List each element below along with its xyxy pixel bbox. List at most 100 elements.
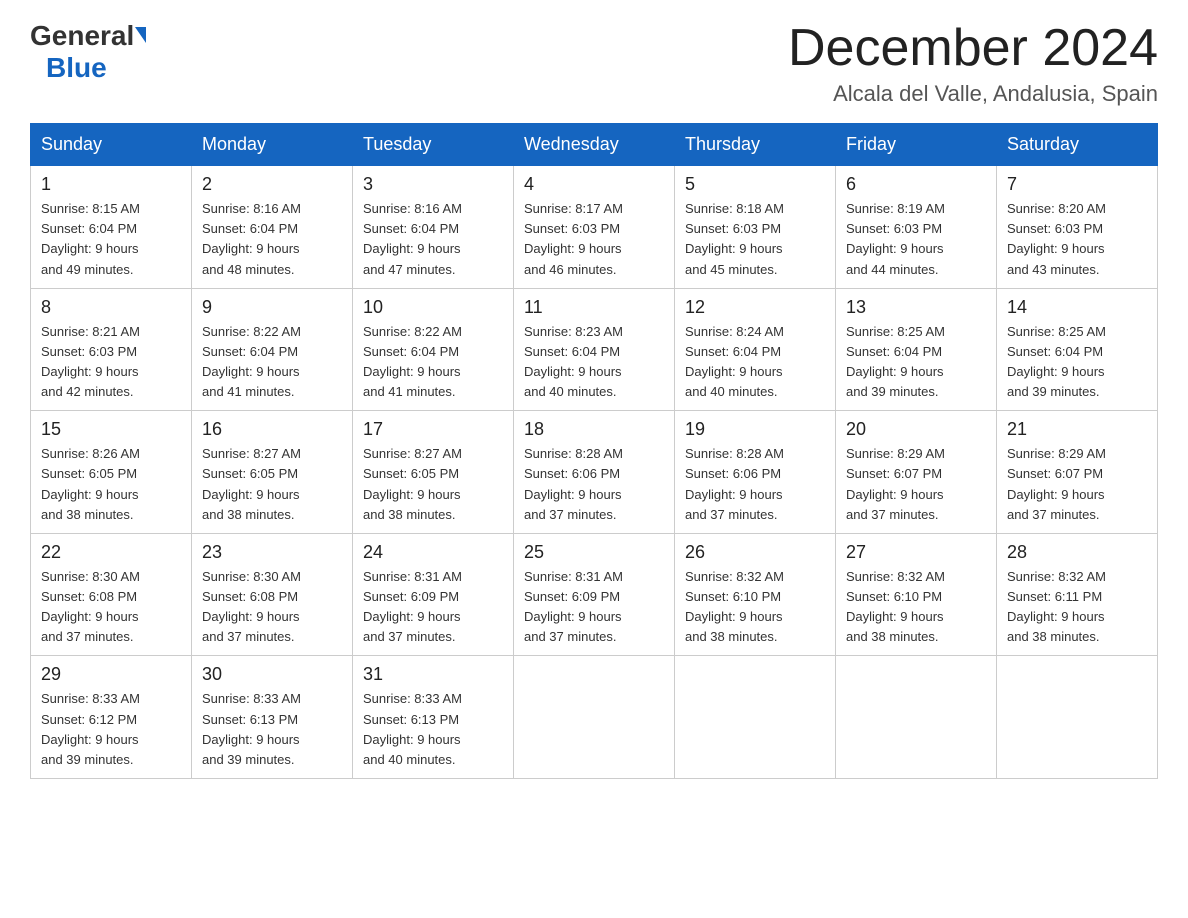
day-number: 4	[524, 174, 664, 195]
calendar-cell: 25Sunrise: 8:31 AMSunset: 6:09 PMDayligh…	[514, 533, 675, 656]
day-number: 31	[363, 664, 503, 685]
logo-triangle-icon	[135, 27, 146, 43]
calendar-cell: 17Sunrise: 8:27 AMSunset: 6:05 PMDayligh…	[353, 411, 514, 534]
calendar-cell	[675, 656, 836, 779]
calendar-cell: 31 Sunrise: 8:33 AMSunset: 6:13 PMDayligh…	[353, 656, 514, 779]
day-info: Sunrise: 8:28 AMSunset: 6:06 PMDaylight:…	[685, 444, 825, 525]
calendar-week-row: 15Sunrise: 8:26 AMSunset: 6:05 PMDayligh…	[31, 411, 1158, 534]
calendar-cell: 5Sunrise: 8:18 AMSunset: 6:03 PMDaylight…	[675, 166, 836, 289]
day-number: 6	[846, 174, 986, 195]
calendar-cell: 18 Sunrise: 8:28 AMSunset: 6:06 PMDayligh…	[514, 411, 675, 534]
day-info: Sunrise: 8:25 AMSunset: 6:04 PMDaylight:…	[846, 322, 986, 403]
day-info: Sunrise: 8:29 AMSunset: 6:07 PMDaylight:…	[1007, 444, 1147, 525]
calendar-cell: 23 Sunrise: 8:30 AMSunset: 6:08 PMDayligh…	[192, 533, 353, 656]
calendar-cell: 3 Sunrise: 8:16 AMSunset: 6:04 PMDaylight…	[353, 166, 514, 289]
location-subtitle: Alcala del Valle, Andalusia, Spain	[788, 81, 1158, 107]
calendar-cell: 9Sunrise: 8:22 AMSunset: 6:04 PMDaylight…	[192, 288, 353, 411]
day-info: Sunrise: 8:33 AMSunset: 6:13 PMDaylight:…	[202, 689, 342, 770]
calendar-cell: 21Sunrise: 8:29 AMSunset: 6:07 PMDayligh…	[997, 411, 1158, 534]
calendar-cell	[514, 656, 675, 779]
day-number: 8	[41, 297, 181, 318]
calendar-week-row: 8 Sunrise: 8:21 AMSunset: 6:03 PMDaylight…	[31, 288, 1158, 411]
calendar-cell	[997, 656, 1158, 779]
calendar-cell: 26 Sunrise: 8:32 AMSunset: 6:10 PMDayligh…	[675, 533, 836, 656]
calendar-cell: 10Sunrise: 8:22 AMSunset: 6:04 PMDayligh…	[353, 288, 514, 411]
calendar-cell: 30 Sunrise: 8:33 AMSunset: 6:13 PMDayligh…	[192, 656, 353, 779]
day-info: Sunrise: 8:17 AMSunset: 6:03 PMDaylight:…	[524, 199, 664, 280]
day-number: 1	[41, 174, 181, 195]
day-info: Sunrise: 8:28 AMSunset: 6:06 PMDaylight:…	[524, 444, 664, 525]
day-of-week-header: Friday	[836, 124, 997, 166]
day-number: 10	[363, 297, 503, 318]
day-number: 9	[202, 297, 342, 318]
day-info: Sunrise: 8:21 AMSunset: 6:03 PMDaylight:…	[41, 322, 181, 403]
calendar-cell: 11 Sunrise: 8:23 AMSunset: 6:04 PMDayligh…	[514, 288, 675, 411]
calendar-week-row: 22 Sunrise: 8:30 AMSunset: 6:08 PMDayligh…	[31, 533, 1158, 656]
day-number: 18	[524, 419, 664, 440]
calendar-cell	[836, 656, 997, 779]
calendar-week-row: 1Sunrise: 8:15 AMSunset: 6:04 PMDaylight…	[31, 166, 1158, 289]
day-number: 22	[41, 542, 181, 563]
day-info: Sunrise: 8:31 AMSunset: 6:09 PMDaylight:…	[363, 567, 503, 648]
day-info: Sunrise: 8:19 AMSunset: 6:03 PMDaylight:…	[846, 199, 986, 280]
day-info: Sunrise: 8:30 AMSunset: 6:08 PMDaylight:…	[202, 567, 342, 648]
day-info: Sunrise: 8:27 AMSunset: 6:05 PMDaylight:…	[202, 444, 342, 525]
day-number: 3	[363, 174, 503, 195]
calendar-cell: 2Sunrise: 8:16 AMSunset: 6:04 PMDaylight…	[192, 166, 353, 289]
calendar-cell: 24 Sunrise: 8:31 AMSunset: 6:09 PMDayligh…	[353, 533, 514, 656]
day-info: Sunrise: 8:23 AMSunset: 6:04 PMDaylight:…	[524, 322, 664, 403]
calendar-cell: 1Sunrise: 8:15 AMSunset: 6:04 PMDaylight…	[31, 166, 192, 289]
day-info: Sunrise: 8:16 AMSunset: 6:04 PMDaylight:…	[363, 199, 503, 280]
day-of-week-header: Saturday	[997, 124, 1158, 166]
calendar-table: SundayMondayTuesdayWednesdayThursdayFrid…	[30, 123, 1158, 779]
calendar-cell: 7Sunrise: 8:20 AMSunset: 6:03 PMDaylight…	[997, 166, 1158, 289]
calendar-cell: 15Sunrise: 8:26 AMSunset: 6:05 PMDayligh…	[31, 411, 192, 534]
day-number: 28	[1007, 542, 1147, 563]
day-number: 26	[685, 542, 825, 563]
day-info: Sunrise: 8:32 AMSunset: 6:10 PMDaylight:…	[685, 567, 825, 648]
day-number: 13	[846, 297, 986, 318]
day-number: 16	[202, 419, 342, 440]
calendar-cell: 16 Sunrise: 8:27 AMSunset: 6:05 PMDayligh…	[192, 411, 353, 534]
day-of-week-header: Sunday	[31, 124, 192, 166]
calendar-cell: 29 Sunrise: 8:33 AMSunset: 6:12 PMDayligh…	[31, 656, 192, 779]
day-info: Sunrise: 8:16 AMSunset: 6:04 PMDaylight:…	[202, 199, 342, 280]
logo-blue-text: Blue	[46, 52, 107, 84]
day-info: Sunrise: 8:33 AMSunset: 6:13 PMDaylight:…	[363, 689, 503, 770]
day-of-week-header: Tuesday	[353, 124, 514, 166]
calendar-cell: 14 Sunrise: 8:25 AMSunset: 6:04 PMDayligh…	[997, 288, 1158, 411]
logo: General Blue	[30, 20, 146, 84]
calendar-cell: 28 Sunrise: 8:32 AMSunset: 6:11 PMDayligh…	[997, 533, 1158, 656]
day-info: Sunrise: 8:26 AMSunset: 6:05 PMDaylight:…	[41, 444, 181, 525]
day-info: Sunrise: 8:30 AMSunset: 6:08 PMDaylight:…	[41, 567, 181, 648]
day-number: 30	[202, 664, 342, 685]
day-number: 5	[685, 174, 825, 195]
calendar-cell: 27 Sunrise: 8:32 AMSunset: 6:10 PMDayligh…	[836, 533, 997, 656]
day-of-week-header: Wednesday	[514, 124, 675, 166]
page-header: General Blue December 2024 Alcala del Va…	[30, 20, 1158, 107]
day-of-week-header: Thursday	[675, 124, 836, 166]
title-section: December 2024 Alcala del Valle, Andalusi…	[788, 20, 1158, 107]
day-number: 24	[363, 542, 503, 563]
day-number: 20	[846, 419, 986, 440]
calendar-cell: 8 Sunrise: 8:21 AMSunset: 6:03 PMDaylight…	[31, 288, 192, 411]
calendar-cell: 13 Sunrise: 8:25 AMSunset: 6:04 PMDayligh…	[836, 288, 997, 411]
month-year-title: December 2024	[788, 20, 1158, 77]
day-number: 29	[41, 664, 181, 685]
day-info: Sunrise: 8:32 AMSunset: 6:10 PMDaylight:…	[846, 567, 986, 648]
calendar-cell: 20Sunrise: 8:29 AMSunset: 6:07 PMDayligh…	[836, 411, 997, 534]
day-number: 17	[363, 419, 503, 440]
day-number: 11	[524, 297, 664, 318]
day-info: Sunrise: 8:32 AMSunset: 6:11 PMDaylight:…	[1007, 567, 1147, 648]
day-number: 14	[1007, 297, 1147, 318]
day-number: 27	[846, 542, 986, 563]
day-number: 23	[202, 542, 342, 563]
calendar-cell: 4 Sunrise: 8:17 AMSunset: 6:03 PMDaylight…	[514, 166, 675, 289]
calendar-cell: 22 Sunrise: 8:30 AMSunset: 6:08 PMDayligh…	[31, 533, 192, 656]
calendar-cell: 12Sunrise: 8:24 AMSunset: 6:04 PMDayligh…	[675, 288, 836, 411]
calendar-header-row: SundayMondayTuesdayWednesdayThursdayFrid…	[31, 124, 1158, 166]
calendar-week-row: 29 Sunrise: 8:33 AMSunset: 6:12 PMDayligh…	[31, 656, 1158, 779]
logo-general-text: General	[30, 20, 134, 52]
day-info: Sunrise: 8:25 AMSunset: 6:04 PMDaylight:…	[1007, 322, 1147, 403]
day-info: Sunrise: 8:33 AMSunset: 6:12 PMDaylight:…	[41, 689, 181, 770]
